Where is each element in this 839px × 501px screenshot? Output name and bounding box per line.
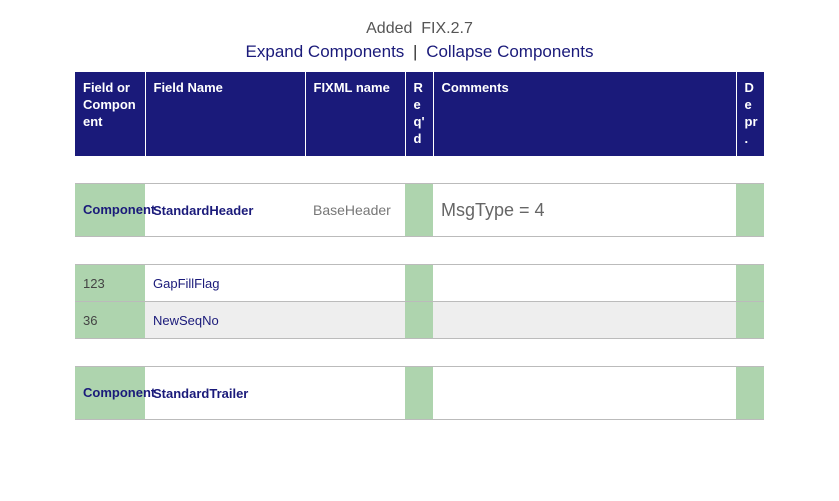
component-controls: Expand Components | Collapse Components [75, 42, 764, 62]
field-name: GapFillFlag [153, 276, 219, 291]
field-tag: 123 [83, 276, 105, 291]
row-type-label: Component [83, 202, 155, 218]
table-row: Component StandardHeader BaseHeader MsgT… [75, 184, 764, 237]
added-line: Added FIX.2.7 [75, 20, 764, 38]
col-comments: Comments [433, 72, 736, 156]
row-type-label: Component [83, 385, 155, 401]
expand-components-link[interactable]: Expand Components [246, 42, 405, 61]
collapse-components-link[interactable]: Collapse Components [426, 42, 593, 61]
added-version: FIX.2.7 [421, 20, 473, 37]
field-tag: 36 [83, 313, 97, 328]
table-row: Component StandardTrailer [75, 367, 764, 420]
added-prefix: Added [366, 20, 412, 37]
fields-table: Field or Component Field Name FIXML name… [75, 72, 764, 420]
col-depr: Depr. [736, 72, 764, 156]
field-name: StandardTrailer [153, 386, 248, 401]
col-field-name: Field Name [145, 72, 305, 156]
field-name: NewSeqNo [153, 313, 219, 328]
col-reqd: Req'd [405, 72, 433, 156]
comments-value: MsgType = 4 [441, 200, 545, 221]
table-row: 36 NewSeqNo [75, 302, 764, 339]
field-name: StandardHeader [153, 203, 253, 218]
fixml-name: BaseHeader [313, 202, 391, 218]
col-fixml-name: FIXML name [305, 72, 405, 156]
table-header-row: Field or Component Field Name FIXML name… [75, 72, 764, 156]
table-row: 123 GapFillFlag [75, 265, 764, 302]
controls-separator: | [409, 42, 421, 61]
col-field-or-component: Field or Component [75, 72, 145, 156]
